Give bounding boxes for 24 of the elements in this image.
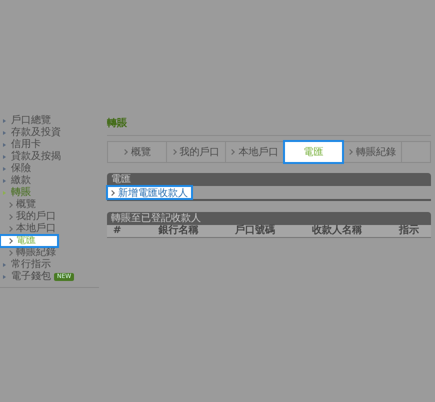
tab[interactable]: 我的戶口 — [166, 142, 226, 162]
sidebar-item[interactable]: 常行指示 — [0, 259, 51, 271]
tab[interactable]: 概覽 — [108, 142, 167, 162]
column-header: 銀行名稱 — [158, 225, 198, 237]
sidebar-item[interactable]: 轉賬 — [0, 187, 31, 199]
add-payee-link[interactable]: 新增電匯收款人 — [107, 186, 192, 199]
sidebar-item[interactable]: 繳款 — [0, 175, 31, 187]
sidebar-item[interactable]: 保險 — [0, 163, 31, 175]
column-header: # — [113, 225, 122, 237]
sidebar-subitem[interactable]: 概覽 — [0, 199, 40, 211]
tab[interactable]: 電匯 — [284, 141, 344, 163]
tab[interactable]: 轉賬紀錄 — [343, 142, 402, 162]
sidebar-item[interactable]: 信用卡 — [0, 139, 41, 151]
sidebar-item[interactable]: 貸款及按揭 — [0, 151, 61, 163]
sidebar-item[interactable]: 戶口總覽 — [0, 115, 51, 127]
sidebar-item[interactable]: 存款及投資 — [0, 127, 61, 139]
section-header: 電匯 — [107, 173, 431, 186]
page-title: 轉賬 — [107, 117, 431, 136]
column-header: 戶口號碼 — [235, 225, 276, 237]
column-header: 指示 — [398, 225, 419, 237]
sidebar-subitem[interactable]: 我的戶口 — [0, 211, 60, 223]
sidebar-subitem[interactable]: 本地戶口 — [0, 223, 60, 235]
column-header: 收款人名稱 — [312, 225, 362, 237]
table-title: 轉賬至已登記收款人 — [107, 212, 431, 225]
